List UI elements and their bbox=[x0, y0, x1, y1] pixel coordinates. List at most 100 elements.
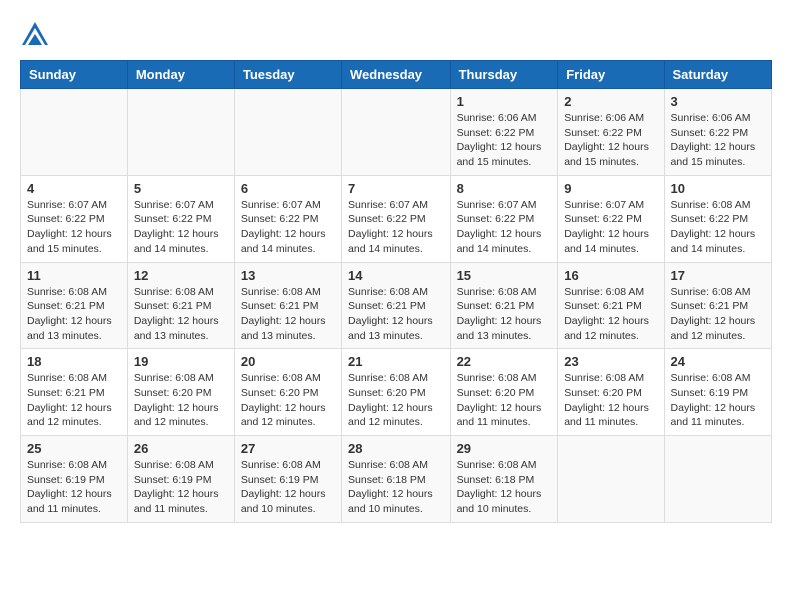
day-info: Sunrise: 6:07 AM Sunset: 6:22 PM Dayligh… bbox=[134, 198, 228, 257]
calendar-cell: 27 Sunrise: 6:08 AM Sunset: 6:19 PM Dayli… bbox=[234, 436, 341, 523]
calendar-cell: 16Sunrise: 6:08 AM Sunset: 6:21 PM Dayli… bbox=[558, 262, 664, 349]
calendar-cell: 3 Sunrise: 6:06 AM Sunset: 6:22 PM Daylig… bbox=[664, 89, 771, 176]
day-number: 5 bbox=[134, 181, 228, 196]
calendar-week-row: 18 Sunrise: 6:08 AM Sunset: 6:21 PM Dayli… bbox=[21, 349, 772, 436]
day-info: Sunrise: 6:06 AM Sunset: 6:22 PM Dayligh… bbox=[564, 111, 657, 170]
day-number: 23 bbox=[564, 354, 657, 369]
day-number: 1 bbox=[457, 94, 552, 109]
column-header-sunday: Sunday bbox=[21, 61, 128, 89]
calendar-cell: 17 Sunrise: 6:08 AM Sunset: 6:21 PM Dayli… bbox=[664, 262, 771, 349]
day-number: 7 bbox=[348, 181, 444, 196]
calendar-cell: 15Sunrise: 6:08 AM Sunset: 6:21 PM Dayli… bbox=[450, 262, 558, 349]
day-info: Sunrise: 6:08 AM Sunset: 6:18 PM Dayligh… bbox=[348, 458, 444, 517]
day-info: Sunrise: 6:08 AM Sunset: 6:21 PM Dayligh… bbox=[27, 285, 121, 344]
calendar-cell: 13 Sunrise: 6:08 AM Sunset: 6:21 PM Dayli… bbox=[234, 262, 341, 349]
calendar-cell: 12 Sunrise: 6:08 AM Sunset: 6:21 PM Dayli… bbox=[127, 262, 234, 349]
calendar-cell bbox=[558, 436, 664, 523]
day-info: Sunrise: 6:08 AM Sunset: 6:19 PM Dayligh… bbox=[27, 458, 121, 517]
calendar-cell: 6Sunrise: 6:07 AM Sunset: 6:22 PM Daylig… bbox=[234, 175, 341, 262]
day-info: Sunrise: 6:08 AM Sunset: 6:21 PM Dayligh… bbox=[241, 285, 335, 344]
day-number: 26 bbox=[134, 441, 228, 456]
day-number: 24 bbox=[671, 354, 765, 369]
calendar-cell: 11 Sunrise: 6:08 AM Sunset: 6:21 PM Dayli… bbox=[21, 262, 128, 349]
calendar-cell: 29 Sunrise: 6:08 AM Sunset: 6:18 PM Dayli… bbox=[450, 436, 558, 523]
day-number: 27 bbox=[241, 441, 335, 456]
day-number: 13 bbox=[241, 268, 335, 283]
day-info: Sunrise: 6:07 AM Sunset: 6:22 PM Dayligh… bbox=[457, 198, 552, 257]
calendar-cell: 22 Sunrise: 6:08 AM Sunset: 6:20 PM Dayli… bbox=[450, 349, 558, 436]
day-number: 18 bbox=[27, 354, 121, 369]
day-number: 10 bbox=[671, 181, 765, 196]
page-header bbox=[20, 20, 772, 50]
day-number: 17 bbox=[671, 268, 765, 283]
calendar-cell bbox=[21, 89, 128, 176]
calendar-header-row: SundayMondayTuesdayWednesdayThursdayFrid… bbox=[21, 61, 772, 89]
calendar-table: SundayMondayTuesdayWednesdayThursdayFrid… bbox=[20, 60, 772, 523]
day-number: 19 bbox=[134, 354, 228, 369]
day-info: Sunrise: 6:08 AM Sunset: 6:19 PM Dayligh… bbox=[241, 458, 335, 517]
calendar-cell: 9 Sunrise: 6:07 AM Sunset: 6:22 PM Daylig… bbox=[558, 175, 664, 262]
calendar-cell: 10 Sunrise: 6:08 AM Sunset: 6:22 PM Dayli… bbox=[664, 175, 771, 262]
day-number: 3 bbox=[671, 94, 765, 109]
column-header-thursday: Thursday bbox=[450, 61, 558, 89]
day-info: Sunrise: 6:06 AM Sunset: 6:22 PM Dayligh… bbox=[671, 111, 765, 170]
calendar-cell: 5 Sunrise: 6:07 AM Sunset: 6:22 PM Daylig… bbox=[127, 175, 234, 262]
day-info: Sunrise: 6:08 AM Sunset: 6:20 PM Dayligh… bbox=[457, 371, 552, 430]
day-number: 21 bbox=[348, 354, 444, 369]
column-header-tuesday: Tuesday bbox=[234, 61, 341, 89]
calendar-cell: 1 Sunrise: 6:06 AM Sunset: 6:22 PM Daylig… bbox=[450, 89, 558, 176]
calendar-cell: 20 Sunrise: 6:08 AM Sunset: 6:20 PM Dayli… bbox=[234, 349, 341, 436]
day-number: 9 bbox=[564, 181, 657, 196]
day-info: Sunrise: 6:08 AM Sunset: 6:21 PM Dayligh… bbox=[27, 371, 121, 430]
day-number: 2 bbox=[564, 94, 657, 109]
day-info: Sunrise: 6:08 AM Sunset: 6:20 PM Dayligh… bbox=[241, 371, 335, 430]
calendar-cell: 14 Sunrise: 6:08 AM Sunset: 6:21 PM Dayli… bbox=[342, 262, 451, 349]
calendar-cell: 4Sunrise: 6:07 AM Sunset: 6:22 PM Daylig… bbox=[21, 175, 128, 262]
day-info: Sunrise: 6:07 AM Sunset: 6:22 PM Dayligh… bbox=[564, 198, 657, 257]
calendar-week-row: 11 Sunrise: 6:08 AM Sunset: 6:21 PM Dayli… bbox=[21, 262, 772, 349]
day-info: Sunrise: 6:08 AM Sunset: 6:20 PM Dayligh… bbox=[564, 371, 657, 430]
day-info: Sunrise: 6:08 AM Sunset: 6:18 PM Dayligh… bbox=[457, 458, 552, 517]
calendar-cell: 7 Sunrise: 6:07 AM Sunset: 6:22 PM Daylig… bbox=[342, 175, 451, 262]
day-number: 11 bbox=[27, 268, 121, 283]
day-info: Sunrise: 6:08 AM Sunset: 6:21 PM Dayligh… bbox=[348, 285, 444, 344]
column-header-saturday: Saturday bbox=[664, 61, 771, 89]
column-header-friday: Friday bbox=[558, 61, 664, 89]
calendar-week-row: 25 Sunrise: 6:08 AM Sunset: 6:19 PM Dayli… bbox=[21, 436, 772, 523]
calendar-cell: 8Sunrise: 6:07 AM Sunset: 6:22 PM Daylig… bbox=[450, 175, 558, 262]
day-number: 29 bbox=[457, 441, 552, 456]
column-header-wednesday: Wednesday bbox=[342, 61, 451, 89]
day-number: 25 bbox=[27, 441, 121, 456]
day-info: Sunrise: 6:08 AM Sunset: 6:20 PM Dayligh… bbox=[348, 371, 444, 430]
calendar-cell bbox=[342, 89, 451, 176]
calendar-cell bbox=[664, 436, 771, 523]
day-info: Sunrise: 6:07 AM Sunset: 6:22 PM Dayligh… bbox=[241, 198, 335, 257]
day-info: Sunrise: 6:08 AM Sunset: 6:21 PM Dayligh… bbox=[134, 285, 228, 344]
day-info: Sunrise: 6:08 AM Sunset: 6:21 PM Dayligh… bbox=[671, 285, 765, 344]
calendar-cell: 24 Sunrise: 6:08 AM Sunset: 6:19 PM Dayli… bbox=[664, 349, 771, 436]
calendar-cell: 23 Sunrise: 6:08 AM Sunset: 6:20 PM Dayli… bbox=[558, 349, 664, 436]
day-info: Sunrise: 6:07 AM Sunset: 6:22 PM Dayligh… bbox=[27, 198, 121, 257]
day-number: 28 bbox=[348, 441, 444, 456]
calendar-cell: 2 Sunrise: 6:06 AM Sunset: 6:22 PM Daylig… bbox=[558, 89, 664, 176]
day-info: Sunrise: 6:08 AM Sunset: 6:20 PM Dayligh… bbox=[134, 371, 228, 430]
day-number: 15 bbox=[457, 268, 552, 283]
day-number: 16 bbox=[564, 268, 657, 283]
calendar-week-row: 4Sunrise: 6:07 AM Sunset: 6:22 PM Daylig… bbox=[21, 175, 772, 262]
day-info: Sunrise: 6:07 AM Sunset: 6:22 PM Dayligh… bbox=[348, 198, 444, 257]
day-number: 12 bbox=[134, 268, 228, 283]
day-number: 20 bbox=[241, 354, 335, 369]
day-number: 22 bbox=[457, 354, 552, 369]
calendar-cell: 26 Sunrise: 6:08 AM Sunset: 6:19 PM Dayli… bbox=[127, 436, 234, 523]
day-number: 14 bbox=[348, 268, 444, 283]
calendar-cell: 21 Sunrise: 6:08 AM Sunset: 6:20 PM Dayli… bbox=[342, 349, 451, 436]
calendar-cell bbox=[127, 89, 234, 176]
logo bbox=[20, 20, 54, 50]
day-info: Sunrise: 6:06 AM Sunset: 6:22 PM Dayligh… bbox=[457, 111, 552, 170]
day-info: Sunrise: 6:08 AM Sunset: 6:19 PM Dayligh… bbox=[134, 458, 228, 517]
column-header-monday: Monday bbox=[127, 61, 234, 89]
calendar-cell: 18 Sunrise: 6:08 AM Sunset: 6:21 PM Dayli… bbox=[21, 349, 128, 436]
day-info: Sunrise: 6:08 AM Sunset: 6:22 PM Dayligh… bbox=[671, 198, 765, 257]
day-info: Sunrise: 6:08 AM Sunset: 6:19 PM Dayligh… bbox=[671, 371, 765, 430]
calendar-week-row: 1 Sunrise: 6:06 AM Sunset: 6:22 PM Daylig… bbox=[21, 89, 772, 176]
